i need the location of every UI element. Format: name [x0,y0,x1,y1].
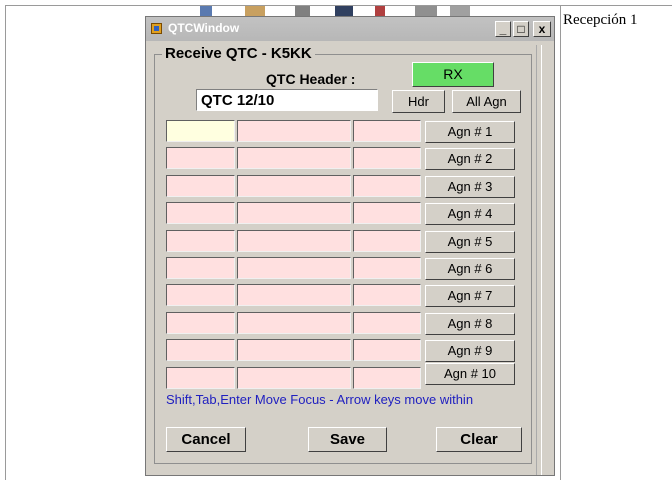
qtc-time-field[interactable] [166,284,235,306]
close-button[interactable]: x [533,21,551,37]
qtc-number-field[interactable] [353,339,421,361]
qtc-number-field[interactable] [353,257,421,279]
qtc-time-field[interactable] [166,202,235,224]
qtc-header-label: QTC Header : [266,71,356,87]
qtc-call-field[interactable] [237,175,351,197]
window-title: QTCWindow [168,21,240,35]
agn-button-2[interactable]: Agn # 2 [425,148,515,170]
agn-button-1[interactable]: Agn # 1 [425,121,515,143]
qtc-number-field[interactable] [353,147,421,169]
qtc-window: QTCWindow _ □ x Receive QTC - K5KK QTC H… [145,16,555,476]
qtc-call-field[interactable] [237,202,351,224]
frame-column-divider [560,5,561,480]
keyboard-hint: Shift,Tab,Enter Move Focus - Arrow keys … [166,392,474,407]
hdr-button[interactable]: Hdr [392,90,445,113]
cancel-button[interactable]: Cancel [166,427,246,452]
qtc-number-field[interactable] [353,367,421,389]
qtc-time-field[interactable] [166,175,235,197]
window-inner-edge [536,45,537,475]
agn-button-9[interactable]: Agn # 9 [425,340,515,362]
background-window-strip [200,6,490,16]
group-title: Receive QTC - K5KK [162,45,315,62]
minimize-button[interactable]: _ [495,21,511,37]
qtc-call-field[interactable] [237,284,351,306]
qtc-call-field[interactable] [237,367,351,389]
qtc-time-field[interactable] [166,230,235,252]
clear-button[interactable]: Clear [436,427,522,452]
qtc-time-field[interactable] [166,367,235,389]
maximize-button[interactable]: □ [513,21,529,37]
agn-button-10[interactable]: Agn # 10 [425,363,515,385]
qtc-call-field[interactable] [237,257,351,279]
agn-button-3[interactable]: Agn # 3 [425,176,515,198]
qtc-number-field[interactable] [353,120,421,142]
qtc-number-field[interactable] [353,230,421,252]
qtc-call-field[interactable] [237,339,351,361]
agn-button-5[interactable]: Agn # 5 [425,231,515,253]
qtc-call-field[interactable] [237,312,351,334]
save-button[interactable]: Save [308,427,387,452]
qtc-time-field[interactable] [166,257,235,279]
qtc-header-input[interactable]: QTC 12/10 [196,89,378,111]
qtc-time-field[interactable] [166,120,235,142]
qtc-time-field[interactable] [166,312,235,334]
frame-left-border [5,5,6,480]
agn-button-4[interactable]: Agn # 4 [425,203,515,225]
qtc-number-field[interactable] [353,175,421,197]
title-bar[interactable]: QTCWindow _ □ x [146,17,554,41]
qtc-time-field[interactable] [166,147,235,169]
qtc-call-field[interactable] [237,120,351,142]
agn-button-8[interactable]: Agn # 8 [425,313,515,335]
all-agn-button[interactable]: All Agn [452,90,521,113]
agn-button-6[interactable]: Agn # 6 [425,258,515,280]
qtc-number-field[interactable] [353,284,421,306]
qtc-number-field[interactable] [353,312,421,334]
window-inner-highlight [541,45,542,475]
rx-button[interactable]: RX [412,62,494,87]
qtc-time-field[interactable] [166,339,235,361]
app-icon [151,23,162,34]
agn-button-7[interactable]: Agn # 7 [425,285,515,307]
qtc-number-field[interactable] [353,202,421,224]
qtc-call-field[interactable] [237,230,351,252]
qtc-call-field[interactable] [237,147,351,169]
table-caption: Recepción 1 [563,12,638,28]
